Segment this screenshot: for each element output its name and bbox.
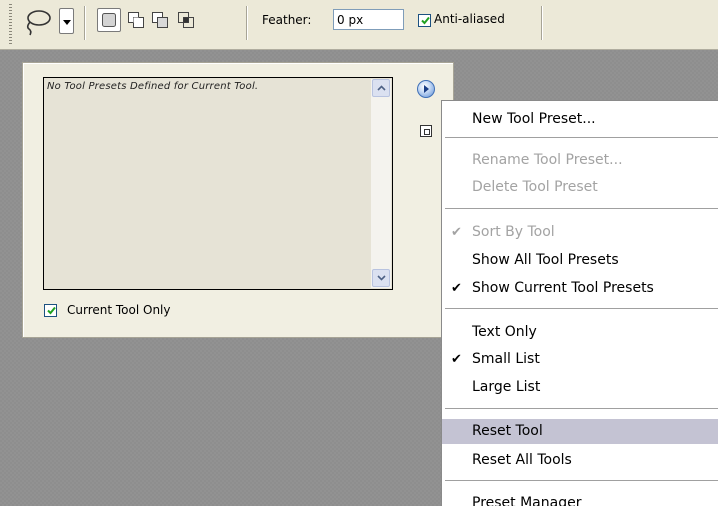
menu-separator [445,208,718,209]
menu-item-label: Show Current Tool Presets [472,280,654,296]
intersect-selection-button[interactable] [174,8,198,32]
menu-item-preset-manager[interactable]: Preset Manager [442,491,718,506]
new-selection-button[interactable] [97,8,121,32]
menu-item-large-list[interactable]: Large List [442,375,718,400]
menu-item-rename-tool-preset[interactable]: Rename Tool Preset... [442,148,718,173]
tool-preset-list[interactable]: No Tool Presets Defined for Current Tool… [43,77,393,290]
menu-separator [445,408,718,409]
add-to-selection-icon [128,12,144,28]
preset-list-scrollbar[interactable] [371,79,391,288]
tool-preset-picker-button[interactable] [59,8,74,34]
toolbar-grip[interactable] [9,4,12,44]
feather-label: Feather: [262,13,312,27]
menu-separator [445,308,718,309]
new-preset-button[interactable] [419,124,433,138]
tool-options-bar: Feather: Anti-aliased [0,0,718,50]
menu-item-reset-tool[interactable]: Reset Tool [442,419,718,444]
menu-item-reset-all-tools[interactable]: Reset All Tools [442,448,718,473]
lasso-tool-icon[interactable] [22,8,52,36]
empty-preset-message: No Tool Presets Defined for Current Tool… [47,81,259,92]
add-to-selection-button[interactable] [124,8,148,32]
chevron-down-icon [377,275,386,281]
new-page-icon [420,125,432,137]
current-tool-only-checkbox[interactable] [44,304,57,317]
play-arrow-icon [424,85,429,93]
checkmark-icon: ✔ [451,225,462,240]
intersect-selection-icon [178,12,194,28]
panel-menu-button[interactable] [417,80,435,98]
checkmark-icon: ✔ [451,352,462,367]
menu-item-show-all-tool-presets[interactable]: Show All Tool Presets [442,248,718,273]
menu-separator [445,480,718,481]
scroll-down-button[interactable] [372,269,390,287]
separator [84,6,85,40]
chevron-up-icon [377,85,386,91]
subtract-from-selection-button[interactable] [148,8,172,32]
preset-panel-context-menu: New Tool Preset... Rename Tool Preset...… [441,100,718,506]
menu-item-label: Small List [472,351,540,367]
menu-item-new-tool-preset[interactable]: New Tool Preset... [442,107,718,132]
menu-item-text-only[interactable]: Text Only [442,320,718,345]
menu-item-sort-by-tool[interactable]: ✔ Sort By Tool [442,220,718,245]
tool-preset-panel: No Tool Presets Defined for Current Tool… [22,62,454,338]
scroll-up-button[interactable] [372,79,390,97]
checkmark-icon: ✔ [451,281,462,296]
menu-item-label: Sort By Tool [472,224,555,240]
menu-item-small-list[interactable]: ✔ Small List [442,347,718,372]
separator [246,6,247,40]
menu-separator [445,137,718,138]
antialiased-checkbox[interactable] [418,14,431,27]
new-selection-icon [102,13,116,27]
subtract-from-selection-icon [152,12,168,28]
antialiased-label: Anti-aliased [434,12,505,26]
separator [541,6,542,40]
current-tool-only-label: Current Tool Only [67,303,171,317]
checkmark-icon [47,306,56,315]
menu-item-delete-tool-preset[interactable]: Delete Tool Preset [442,175,718,200]
chevron-down-icon [63,20,71,25]
menu-item-show-current-tool-presets[interactable]: ✔ Show Current Tool Presets [442,276,718,301]
feather-input[interactable] [333,9,404,30]
checkmark-icon [421,16,430,25]
